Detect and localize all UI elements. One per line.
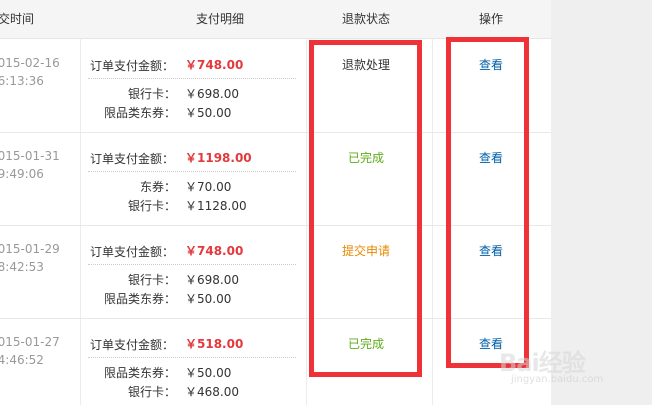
- submit-time: 19:49:06: [0, 167, 44, 181]
- status-column-highlight: [309, 40, 422, 377]
- detail-divider: [88, 78, 296, 79]
- payment-method-value: ￥50.00: [185, 106, 232, 120]
- payment-method-value: ￥468.00: [185, 385, 239, 399]
- refund-list-page: 提交时间 支付明细 退款状态 操作 2015-02-16 16:13:36 订单…: [0, 0, 652, 405]
- submit-time: 14:46:52: [0, 353, 44, 367]
- submit-date: 2015-01-29: [0, 242, 60, 256]
- payment-method-value: ￥1128.00: [185, 199, 247, 213]
- watermark: Bai经验 jingyan.baidu.com: [499, 343, 649, 403]
- payment-method-label: 限品类东券：: [103, 366, 176, 380]
- submit-date: 2015-01-27: [0, 335, 60, 349]
- submit-date: 2015-02-16: [0, 56, 60, 70]
- watermark-url: jingyan.baidu.com: [511, 374, 604, 385]
- submit-time: 08:42:53: [0, 260, 44, 274]
- header-refund-status: 退款状态: [341, 12, 390, 26]
- table-header: 提交时间 支付明细 退款状态 操作: [0, 0, 551, 39]
- detail-divider: [88, 264, 296, 265]
- header-payment-detail: 支付明细: [195, 12, 244, 26]
- order-amount-value: ￥748.00: [185, 58, 244, 72]
- payment-method-label: 限品类东券：: [103, 106, 176, 120]
- payment-method-label: 银行卡：: [127, 87, 176, 101]
- payment-method-value: ￥50.00: [185, 292, 232, 306]
- order-amount-label: 订单支付金额：: [90, 152, 175, 166]
- payment-method-label: 银行卡：: [127, 385, 176, 399]
- payment-method-label: 限品类东券：: [103, 292, 176, 306]
- payment-method-value: ￥698.00: [185, 273, 239, 287]
- order-amount-value: ￥748.00: [185, 244, 244, 258]
- header-submit-time: 提交时间: [0, 12, 35, 26]
- detail-divider: [88, 171, 296, 172]
- order-amount-label: 订单支付金额：: [90, 338, 175, 352]
- watermark-logo: Bai经验: [499, 349, 586, 377]
- order-amount-label: 订单支付金额：: [90, 59, 175, 73]
- order-amount-value: ￥518.00: [185, 337, 244, 351]
- order-amount-label: 订单支付金额：: [90, 245, 175, 259]
- payment-method-label: 银行卡：: [127, 199, 176, 213]
- submit-time: 16:13:36: [0, 74, 44, 88]
- detail-divider: [88, 357, 296, 358]
- submit-date: 2015-01-31: [0, 149, 60, 163]
- order-amount-value: ￥1198.00: [185, 151, 252, 165]
- header-operation: 操作: [478, 12, 503, 26]
- operation-column-highlight: [446, 37, 529, 368]
- payment-method-value: ￥50.00: [185, 366, 232, 380]
- payment-method-label: 东券：: [139, 180, 176, 194]
- payment-method-value: ￥70.00: [185, 180, 232, 194]
- payment-method-value: ￥698.00: [185, 87, 239, 101]
- payment-method-label: 银行卡：: [127, 273, 176, 287]
